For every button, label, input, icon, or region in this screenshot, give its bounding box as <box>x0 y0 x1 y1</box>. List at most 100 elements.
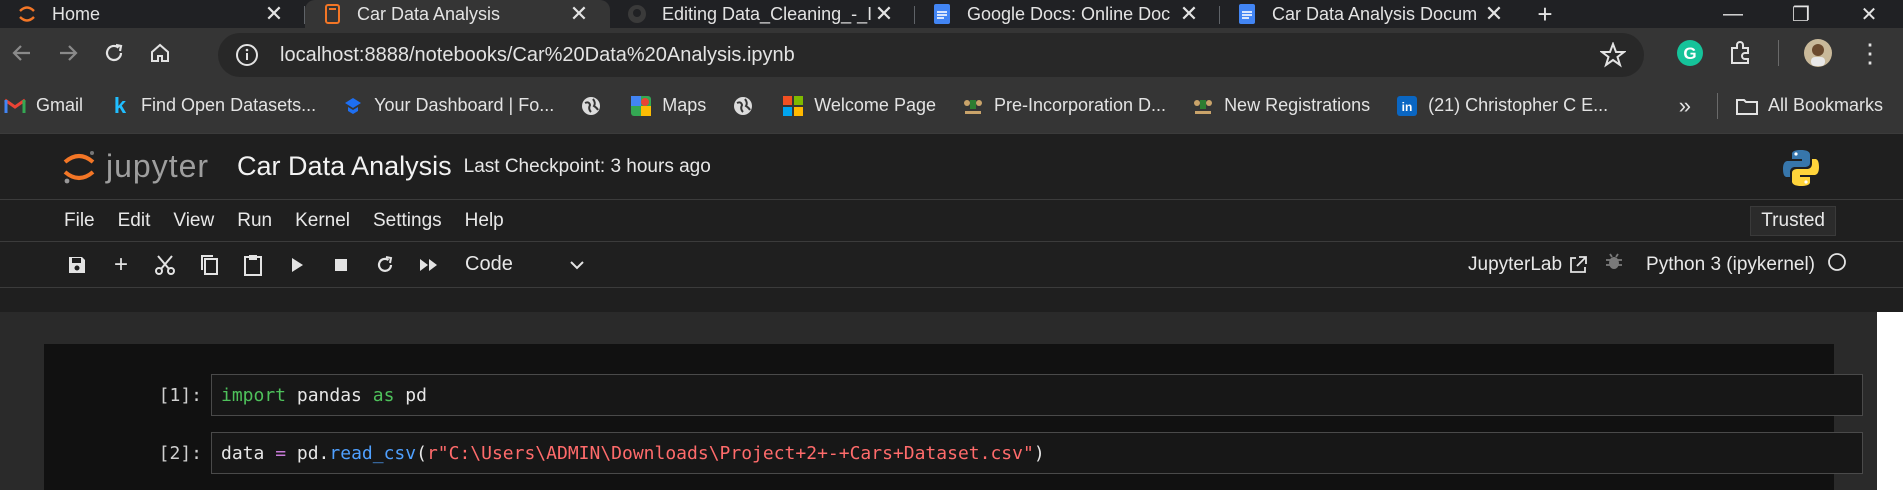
menu-run[interactable]: Run <box>237 210 272 232</box>
arrow-left-icon <box>12 45 30 61</box>
notebook-area: [1]: import pandas as pd [2]: data = pd.… <box>0 312 1903 490</box>
code-token: pd <box>394 384 427 406</box>
kernel-name[interactable]: Python 3 (ipykernel) <box>1646 254 1815 276</box>
tab-editing-data-cleaning[interactable]: Editing Data_Cleaning_-_I ✕ <box>610 0 915 28</box>
tab-car-data-analysis[interactable]: Car Data Analysis ✕ <box>305 0 610 28</box>
bookmark-linkedin[interactable]: in (21) Christopher C E... <box>1396 95 1608 117</box>
bookmark-pre-incorporation[interactable]: Pre-Incorporation D... <box>962 95 1166 117</box>
bookmarks-bar: Gmail k Find Open Datasets... Your Dashb… <box>0 78 1903 133</box>
close-icon[interactable]: ✕ <box>1483 1 1505 26</box>
bookmark-gmail[interactable]: Gmail <box>4 95 83 117</box>
globe-icon <box>580 95 602 117</box>
bookmark-globe-1[interactable] <box>580 95 612 117</box>
home-button[interactable] <box>138 31 182 75</box>
jupyter-logo[interactable]: jupyter <box>62 147 209 187</box>
checkpoint-status: Last Checkpoint: 3 hours ago <box>463 155 711 177</box>
all-bookmarks[interactable]: All Bookmarks <box>1735 95 1883 117</box>
close-icon[interactable]: ✕ <box>263 1 285 26</box>
window-controls: — ❐ ✕ <box>1699 0 1903 28</box>
bookmark-label: Maps <box>662 95 707 115</box>
tab-home[interactable]: Home ✕ <box>0 0 305 28</box>
bookmark-maps[interactable]: Maps <box>630 95 706 117</box>
paste-icon[interactable] <box>231 250 275 280</box>
tab-google-docs-online[interactable]: Google Docs: Online Doc ✕ <box>915 0 1220 28</box>
cell-type-select[interactable]: Code <box>465 253 585 276</box>
tab-car-data-analysis-doc[interactable]: Car Data Analysis Docum ✕ <box>1220 0 1525 28</box>
bookmark-star-icon[interactable] <box>1599 41 1627 73</box>
bookmark-welcome-page[interactable]: Welcome Page <box>782 95 936 117</box>
site-info-icon[interactable] <box>232 40 262 70</box>
arrow-right-icon <box>60 45 78 61</box>
avatar[interactable] <box>1803 38 1833 68</box>
code-token: read_csv <box>329 442 417 464</box>
trusted-badge[interactable]: Trusted <box>1750 206 1836 236</box>
cell-editor[interactable]: data = pd. read_csv(r"C:\Users\ADMIN\Down… <box>211 432 1863 474</box>
jupyter-wordmark: jupyter <box>106 148 210 184</box>
bookmark-new-registrations[interactable]: New Registrations <box>1192 95 1370 117</box>
close-icon[interactable]: ✕ <box>873 1 895 26</box>
menu-edit[interactable]: Edit <box>118 210 151 232</box>
stop-icon[interactable] <box>319 250 363 280</box>
save-icon[interactable] <box>55 250 99 280</box>
tab-label: Car Data Analysis Docum <box>1272 3 1478 24</box>
bookmarks-divider <box>1716 92 1718 119</box>
chevron-double-right-icon[interactable]: » <box>1679 93 1691 119</box>
menu-view[interactable]: View <box>173 210 214 232</box>
run-icon[interactable] <box>275 250 319 280</box>
address-bar[interactable]: localhost:8888/notebooks/Car%20Data%20An… <box>218 33 1644 77</box>
external-link-icon <box>1570 256 1587 273</box>
new-tab-button[interactable]: + <box>1525 0 1565 29</box>
scrollbar[interactable] <box>1877 312 1903 490</box>
notebook-toolbar-right: JupyterLab Python 3 (ipykernel) <box>1458 242 1847 288</box>
python-logo-icon <box>1781 148 1821 193</box>
cell-type-value: Code <box>465 253 513 275</box>
bookmark-label: Find Open Datasets... <box>141 95 317 115</box>
forward-button[interactable] <box>46 31 90 75</box>
menu-settings[interactable]: Settings <box>373 210 442 232</box>
code-token: r"C:\Users\ADMIN\Downloads\Project+2+-+C… <box>426 442 1034 464</box>
jupyterlab-link[interactable]: JupyterLab <box>1468 254 1588 276</box>
google-docs-icon <box>1236 3 1258 25</box>
menu-kernel[interactable]: Kernel <box>295 210 350 232</box>
menu-help[interactable]: Help <box>465 210 504 232</box>
minimize-icon[interactable]: — <box>1699 0 1767 28</box>
bookmark-find-open-datasets[interactable]: k Find Open Datasets... <box>109 93 317 118</box>
browser-tab-strip: Home ✕ Car Data Analysis ✕ Editing Data_… <box>0 0 1903 29</box>
restore-icon[interactable]: ❐ <box>1767 0 1835 28</box>
close-icon[interactable]: ✕ <box>1178 1 1200 26</box>
url-text[interactable]: localhost:8888/notebooks/Car%20Data%20An… <box>280 44 795 67</box>
bookmark-label: Welcome Page <box>814 95 936 115</box>
globe-icon <box>732 95 754 117</box>
bookmark-label: Your Dashboard | Fo... <box>374 95 555 115</box>
notebook-icon <box>321 3 343 25</box>
tab-label: Car Data Analysis <box>357 3 501 24</box>
bookmark-label: Gmail <box>36 95 84 115</box>
notebook-title[interactable]: Car Data Analysis <box>237 151 452 182</box>
menu-file[interactable]: File <box>64 210 95 232</box>
cut-icon[interactable] <box>143 250 187 280</box>
bookmark-label: New Registrations <box>1224 95 1371 115</box>
extensions-icon[interactable] <box>1728 40 1754 66</box>
add-cell-icon[interactable]: + <box>99 250 143 280</box>
grammarly-icon[interactable]: G <box>1676 39 1704 67</box>
close-icon[interactable]: ✕ <box>568 1 590 26</box>
cell-editor[interactable]: import pandas as pd <box>211 374 1863 416</box>
cell-prompt: [1]: <box>158 384 202 406</box>
bookmark-your-dashboard[interactable]: Your Dashboard | Fo... <box>342 95 554 117</box>
close-window-icon[interactable]: ✕ <box>1835 0 1903 28</box>
bookmark-globe-2[interactable] <box>732 95 764 117</box>
reload-button[interactable] <box>92 31 136 75</box>
debugger-icon[interactable] <box>1604 252 1624 278</box>
gmail-icon <box>4 95 26 117</box>
copy-icon[interactable] <box>187 250 231 280</box>
svg-text:in: in <box>1402 100 1413 114</box>
more-menu-icon[interactable]: ⋮ <box>1857 38 1883 69</box>
jupyterlab-label: JupyterLab <box>1468 254 1563 275</box>
code-cell[interactable]: [2]: data = pd. read_csv(r"C:\Users\ADMIN… <box>44 432 1863 474</box>
browser-toolbar: localhost:8888/notebooks/Car%20Data%20An… <box>0 28 1903 78</box>
code-cell[interactable]: [1]: import pandas as pd <box>44 374 1863 416</box>
coat-of-arms-icon <box>962 95 984 117</box>
restart-icon[interactable] <box>363 250 407 280</box>
back-button[interactable] <box>0 31 44 75</box>
fast-forward-icon[interactable] <box>407 250 451 280</box>
